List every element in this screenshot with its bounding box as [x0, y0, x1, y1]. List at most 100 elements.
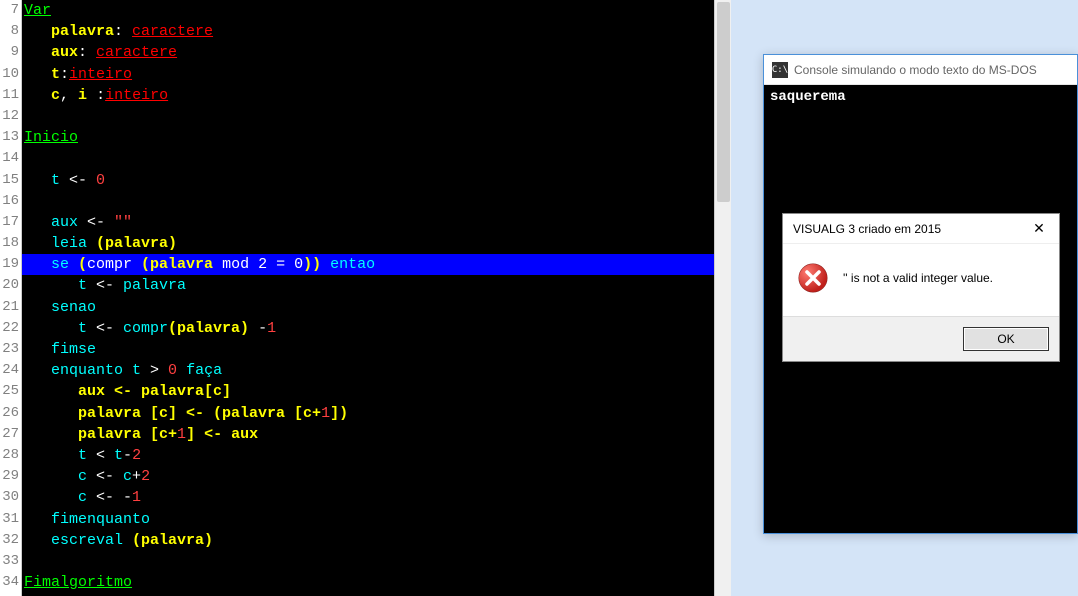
code-line[interactable]: Fimalgoritmo — [22, 572, 731, 593]
code-line[interactable]: t <- compr(palavra) -1 — [22, 318, 731, 339]
console-icon: C:\ — [772, 62, 788, 78]
line-number: 28 — [0, 445, 19, 466]
line-number: 10 — [0, 64, 19, 85]
code-token: "" — [114, 214, 132, 231]
line-number: 7 — [0, 0, 19, 21]
line-number: 23 — [0, 339, 19, 360]
code-line[interactable]: fimse — [22, 339, 731, 360]
code-token: compr — [87, 256, 141, 273]
code-token: aux — [24, 214, 87, 231]
code-token: < — [96, 447, 114, 464]
code-line[interactable]: palavra: caractere — [22, 21, 731, 42]
code-line[interactable]: fimenquanto — [22, 509, 731, 530]
code-token: aux <- palavra[c] — [78, 383, 231, 400]
code-token: 1 — [177, 426, 186, 443]
code-token — [24, 23, 51, 40]
code-token: - — [123, 447, 132, 464]
code-token: 2 — [132, 447, 141, 464]
code-token: senao — [24, 299, 96, 316]
code-line[interactable]: senao — [22, 297, 731, 318]
line-number: 11 — [0, 85, 19, 106]
code-token: ( — [78, 256, 87, 273]
code-line[interactable]: enquanto t > 0 faça — [22, 360, 731, 381]
code-line[interactable] — [22, 191, 731, 212]
code-token: <- — [96, 320, 114, 337]
code-token: palavra [c] <- (palavra [c+ — [78, 405, 321, 422]
line-number: 26 — [0, 403, 19, 424]
code-line[interactable]: escreval (palavra) — [22, 530, 731, 551]
code-token: (palavra) — [132, 532, 213, 549]
code-line[interactable]: t <- 0 — [22, 170, 731, 191]
code-line[interactable]: c, i :inteiro — [22, 85, 731, 106]
code-line[interactable]: aux <- "" — [22, 212, 731, 233]
code-token: c — [51, 87, 60, 104]
dialog-body: '' is not a valid integer value. — [783, 244, 1059, 316]
close-button[interactable]: ✕ — [1025, 219, 1053, 239]
code-line[interactable]: t:inteiro — [22, 64, 731, 85]
code-token: > — [150, 362, 168, 379]
code-token: fimenquanto — [24, 511, 150, 528]
code-token — [24, 426, 78, 443]
line-number: 31 — [0, 509, 19, 530]
line-number: 21 — [0, 297, 19, 318]
code-line[interactable]: t < t-2 — [22, 445, 731, 466]
code-line[interactable] — [22, 551, 731, 572]
line-number: 30 — [0, 487, 19, 508]
vertical-scrollbar[interactable] — [714, 0, 731, 596]
line-number: 25 — [0, 381, 19, 402]
line-number: 12 — [0, 106, 19, 127]
code-token: (palavra) — [168, 320, 249, 337]
code-token: : — [78, 44, 96, 61]
code-line[interactable] — [22, 148, 731, 169]
code-token: se — [24, 256, 78, 273]
code-token: ]) — [330, 405, 348, 422]
code-line[interactable]: aux <- palavra[c] — [22, 381, 731, 402]
code-line[interactable]: palavra [c] <- (palavra [c+1]) — [22, 403, 731, 424]
line-number: 8 — [0, 21, 19, 42]
code-line[interactable]: c <- c+2 — [22, 466, 731, 487]
code-token: <- — [69, 172, 96, 189]
line-number: 20 — [0, 275, 19, 296]
code-token — [24, 66, 51, 83]
code-token — [24, 383, 78, 400]
code-line[interactable]: palavra [c+1] <- aux — [22, 424, 731, 445]
code-line[interactable]: leia (palavra) — [22, 233, 731, 254]
code-line[interactable]: aux: caractere — [22, 42, 731, 63]
line-number: 17 — [0, 212, 19, 233]
code-line[interactable]: se (compr (palavra mod 2 = 0)) entao — [22, 254, 731, 275]
code-line[interactable]: Inicio — [22, 127, 731, 148]
line-number: 18 — [0, 233, 19, 254]
code-token: Var — [24, 2, 51, 19]
line-number: 24 — [0, 360, 19, 381]
line-number: 27 — [0, 424, 19, 445]
code-token: t — [24, 172, 69, 189]
line-number-gutter: 7891011121314151617181920212223242526272… — [0, 0, 22, 596]
code-area[interactable]: Var palavra: caractere aux: caractere t:… — [22, 0, 731, 596]
code-line[interactable] — [22, 106, 731, 127]
code-token: t — [24, 447, 96, 464]
line-number: 22 — [0, 318, 19, 339]
ok-button[interactable]: OK — [963, 327, 1049, 351]
code-line[interactable]: c <- -1 — [22, 487, 731, 508]
code-token: <- — [96, 468, 123, 485]
code-token: - — [249, 320, 267, 337]
code-token: t — [51, 66, 60, 83]
code-token: : — [114, 23, 132, 40]
code-editor[interactable]: 7891011121314151617181920212223242526272… — [0, 0, 731, 596]
code-token — [24, 405, 78, 422]
code-token: palavra — [51, 23, 114, 40]
code-token: )) — [303, 256, 321, 273]
dialog-titlebar[interactable]: VISUALG 3 criado em 2015 ✕ — [783, 214, 1059, 244]
code-token: palavra — [114, 277, 186, 294]
code-token: caractere — [132, 23, 213, 40]
code-token: 2 — [141, 468, 150, 485]
code-token: : — [87, 87, 105, 104]
console-titlebar[interactable]: C:\ Console simulando o modo texto do MS… — [764, 55, 1077, 85]
code-line[interactable]: Var — [22, 0, 731, 21]
code-line[interactable]: t <- palavra — [22, 275, 731, 296]
line-number: 14 — [0, 148, 19, 169]
line-number: 15 — [0, 170, 19, 191]
code-token: Fimalgoritmo — [24, 574, 132, 591]
error-icon — [797, 262, 829, 294]
scrollbar-thumb[interactable] — [717, 2, 730, 202]
